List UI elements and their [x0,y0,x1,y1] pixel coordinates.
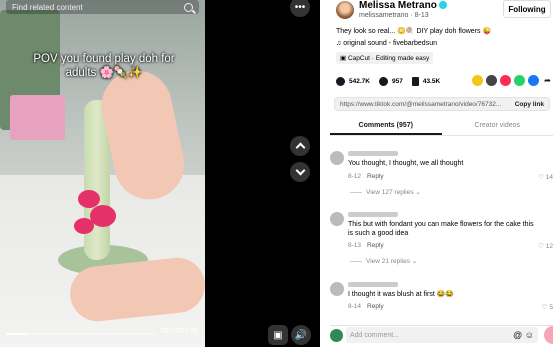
send-icon[interactable] [500,75,511,86]
following-button[interactable]: Following [503,0,551,18]
flower [90,205,116,227]
related-search-bar[interactable]: Find related content [6,0,199,14]
comment-like[interactable]: ♡ 5 [542,303,553,311]
video-player[interactable]: Find related content POV you found play … [0,0,205,347]
tab-creator-videos[interactable]: Creator videos [442,118,553,135]
video-pink-box [10,95,65,140]
commenter-avatar[interactable] [330,282,344,296]
chevron-up-icon [295,142,305,153]
comment-meta: 8-14 Reply [348,303,384,310]
next-video-button[interactable] [290,162,310,182]
comment-button[interactable]: 957 [378,77,403,86]
embed-icon[interactable] [486,75,497,86]
previous-video-button[interactable] [290,136,310,156]
search-icon[interactable] [184,2,193,12]
related-search-placeholder: Find related content [12,2,83,12]
comment-like-count: 14 [545,174,553,181]
bookmark-icon [411,77,419,86]
tab-comments[interactable]: Comments (957) [330,118,442,135]
creator-name-text: Melissa Metrano [359,0,437,11]
like-button[interactable]: 542.7K [336,77,370,86]
comment-meta: 8-12 Reply [348,173,384,180]
picture-in-picture-button[interactable]: ▣ [268,325,288,345]
flower [74,218,94,234]
comment-text: You thought, I thought, we all thought [348,160,464,167]
video-url-bar[interactable]: https://www.tiktok.com/@melissametrano/v… [334,97,550,111]
video-time: 00:02/00:35 [161,328,198,335]
add-comment-input[interactable]: Add comment... @ ☺ [346,327,538,343]
comment-icon [378,77,388,86]
heart-icon [336,77,345,86]
post-comment-button[interactable] [544,326,553,344]
comment-item: This but with fondant you can make flowe… [330,212,553,268]
comment-text: This but with fondant you can make flowe… [348,221,534,237]
save-count: 43.5K [422,78,441,85]
volume-button[interactable]: 🔊 [291,325,311,345]
view-replies-button[interactable]: View 21 replies ⌄ [350,257,417,265]
comment-input-row: Add comment... @ ☺ [330,325,553,347]
panel-tabs: Comments (957) Creator videos [330,118,553,136]
commenter-avatar[interactable] [330,212,344,226]
view-replies-button[interactable]: View 127 replies ⌄ [350,188,421,196]
comment-like[interactable]: ♡ 14 [538,173,553,181]
facebook-icon[interactable] [528,75,539,86]
creator-handle[interactable]: melissametrano · 8-13 [359,12,429,19]
comment-like-count: 12 [545,243,553,250]
comment-item: I thought it was blush at first 😂😂 8-14 R… [330,282,553,312]
video-progress-fill [6,333,27,335]
copy-link-button[interactable]: Copy link [515,101,549,108]
repost-icon[interactable] [472,75,483,86]
share-arrow-icon[interactable]: ➦ [542,75,553,86]
commenter-avatar[interactable] [330,151,344,165]
sound-text: original sound - fivebarbedsun [343,40,437,47]
comment-date: 8-12 [348,173,362,180]
chevron-down-icon [295,165,305,176]
share-buttons: ➦ [469,75,553,86]
comment-date: 8-13 [348,242,362,249]
more-options-button[interactable]: ••• [290,0,310,17]
video-caption: POV you found play doh for adults 🌸🍡✨ [33,53,175,79]
capcut-link[interactable]: ▣ CapCut · Editing made easy [336,52,434,64]
mention-emoji-icons[interactable]: @ ☺ [513,330,534,340]
verified-icon [438,1,447,10]
comment-like[interactable]: ♡ 12 [538,242,553,250]
comment-meta: 8-13 Reply [348,242,384,249]
comment-count: 957 [391,78,403,85]
comment-like-count: 5 [549,304,553,311]
video-progress[interactable] [6,333,156,335]
post-sound[interactable]: ♫ original sound - fivebarbedsun [336,40,437,47]
creator-avatar[interactable] [336,1,354,19]
comment-text: I thought it was blush at first 😂😂 [348,291,455,298]
comment-placeholder: Add comment... [350,331,400,339]
reply-button[interactable]: Reply [367,173,384,180]
save-button[interactable]: 43.5K [411,77,441,86]
comment-date: 8-14 [348,303,362,310]
creator-name[interactable]: Melissa Metrano [359,0,447,11]
like-count: 542.7K [349,78,370,85]
video-side-area: ••• ▣ 🔊 [205,0,320,347]
video-url: https://www.tiktok.com/@melissametrano/v… [340,100,502,108]
reply-button[interactable]: Reply [367,303,384,310]
whatsapp-icon[interactable] [514,75,525,86]
reply-button[interactable]: Reply [367,242,384,249]
post-description: They look so real... 😳🍭 DIY play doh flo… [336,28,492,35]
capcut-text: CapCut · Editing made easy [347,55,430,62]
commenter-name-blurred[interactable] [348,212,398,217]
user-avatar [330,329,343,342]
engagement-stats: 542.7K 957 43.5K [336,77,449,86]
commenter-name-blurred[interactable] [348,282,398,287]
tiktok-window: Find related content POV you found play … [0,0,553,347]
comment-item: You thought, I thought, we all thought 8… [330,151,553,196]
commenter-name-blurred[interactable] [348,151,398,156]
